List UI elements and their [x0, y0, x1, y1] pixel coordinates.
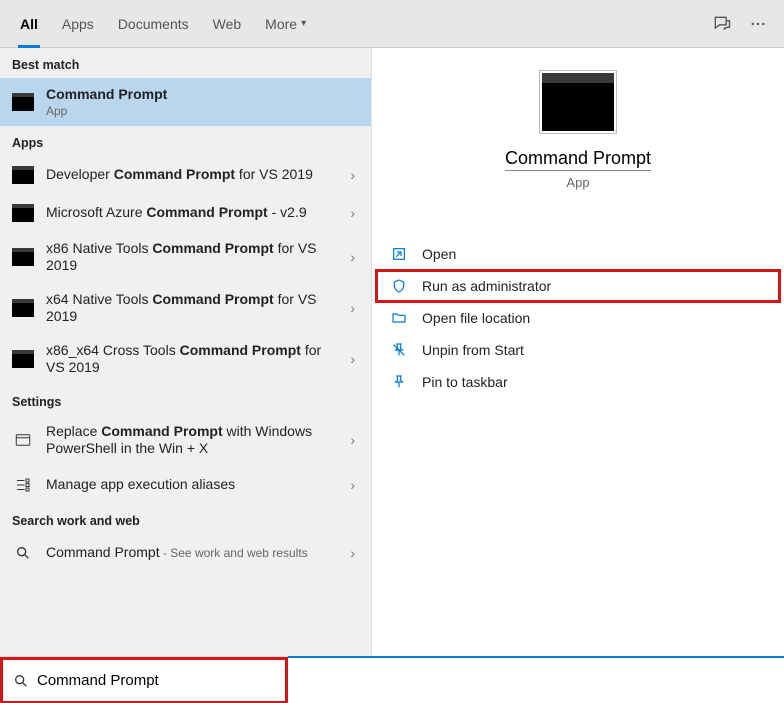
action-run-as-administrator[interactable]: Run as administrator: [376, 270, 780, 302]
action-pin-to-taskbar[interactable]: Pin to taskbar: [376, 366, 780, 398]
open-icon: [390, 245, 408, 263]
tab-label: Apps: [62, 16, 94, 32]
result-title: Command Prompt: [46, 86, 167, 102]
search-underline: [288, 656, 784, 703]
chevron-right-icon[interactable]: ›: [346, 477, 359, 493]
action-open-file-location[interactable]: Open file location: [376, 302, 780, 334]
search-icon: [13, 673, 29, 689]
tab-label: All: [20, 16, 38, 32]
chevron-down-icon: ▾: [301, 18, 306, 29]
pin-icon: [390, 373, 408, 391]
filter-tabbar: All Apps Documents Web More ▾: [0, 0, 784, 48]
command-prompt-icon: [12, 246, 34, 268]
chevron-right-icon[interactable]: ›: [346, 300, 359, 316]
action-label: Unpin from Start: [422, 342, 524, 358]
result-setting[interactable]: Replace Command Prompt with Windows Powe…: [0, 415, 371, 466]
tab-all[interactable]: All: [8, 0, 50, 48]
more-options-icon[interactable]: [740, 6, 776, 42]
search-row: [0, 656, 784, 703]
action-open[interactable]: Open: [376, 238, 780, 270]
chevron-right-icon[interactable]: ›: [346, 249, 359, 265]
tab-label: More: [265, 16, 297, 32]
section-header-apps: Apps: [0, 126, 371, 156]
results-panel: Best match Command Prompt App Apps Devel…: [0, 48, 371, 656]
detail-title[interactable]: Command Prompt: [505, 148, 651, 171]
result-best-match[interactable]: Command Prompt App: [0, 78, 371, 126]
command-prompt-icon: [12, 202, 34, 224]
command-prompt-icon: [12, 348, 34, 370]
chevron-right-icon[interactable]: ›: [346, 351, 359, 367]
result-subtitle: App: [46, 104, 359, 118]
result-app[interactable]: Microsoft Azure Command Prompt - v2.9 ›: [0, 194, 371, 232]
detail-panel: Command Prompt App Open Run as administr…: [371, 48, 784, 656]
tab-label: Documents: [118, 16, 189, 32]
chevron-right-icon[interactable]: ›: [346, 167, 359, 183]
action-label: Run as administrator: [422, 278, 551, 294]
section-header-web: Search work and web: [0, 504, 371, 534]
action-label: Open: [422, 246, 456, 262]
command-prompt-icon: [12, 164, 34, 186]
action-label: Open file location: [422, 310, 530, 326]
tab-documents[interactable]: Documents: [106, 0, 201, 48]
search-box[interactable]: [0, 657, 288, 703]
shield-icon: [390, 277, 408, 295]
chevron-right-icon[interactable]: ›: [346, 545, 359, 561]
command-prompt-icon: [12, 297, 34, 319]
detail-subtitle: App: [566, 175, 589, 190]
tab-more[interactable]: More ▾: [253, 0, 318, 48]
action-label: Pin to taskbar: [422, 374, 508, 390]
section-header-best-match: Best match: [0, 48, 371, 78]
chevron-right-icon[interactable]: ›: [346, 205, 359, 221]
aliases-setting-icon: [12, 474, 34, 496]
result-web[interactable]: Command Prompt - See work and web result…: [0, 534, 371, 572]
section-header-settings: Settings: [0, 385, 371, 415]
result-app[interactable]: x64 Native Tools Command Prompt for VS 2…: [0, 283, 371, 334]
feedback-icon[interactable]: [704, 6, 740, 42]
result-setting[interactable]: Manage app execution aliases ›: [0, 466, 371, 504]
action-unpin-from-start[interactable]: Unpin from Start: [376, 334, 780, 366]
chevron-right-icon[interactable]: ›: [346, 432, 359, 448]
tab-web[interactable]: Web: [201, 0, 254, 48]
tab-apps[interactable]: Apps: [50, 0, 106, 48]
search-icon: [12, 542, 34, 564]
command-prompt-icon: [12, 91, 34, 113]
terminal-setting-icon: [12, 429, 34, 451]
tab-label: Web: [213, 16, 242, 32]
app-large-icon: [539, 70, 617, 134]
folder-icon: [390, 309, 408, 327]
search-input[interactable]: [37, 672, 275, 689]
result-app[interactable]: x86 Native Tools Command Prompt for VS 2…: [0, 232, 371, 283]
action-list: Open Run as administrator Open file loca…: [372, 238, 784, 398]
result-app[interactable]: x86_x64 Cross Tools Command Prompt for V…: [0, 334, 371, 385]
result-app[interactable]: Developer Command Prompt for VS 2019 ›: [0, 156, 371, 194]
unpin-icon: [390, 341, 408, 359]
